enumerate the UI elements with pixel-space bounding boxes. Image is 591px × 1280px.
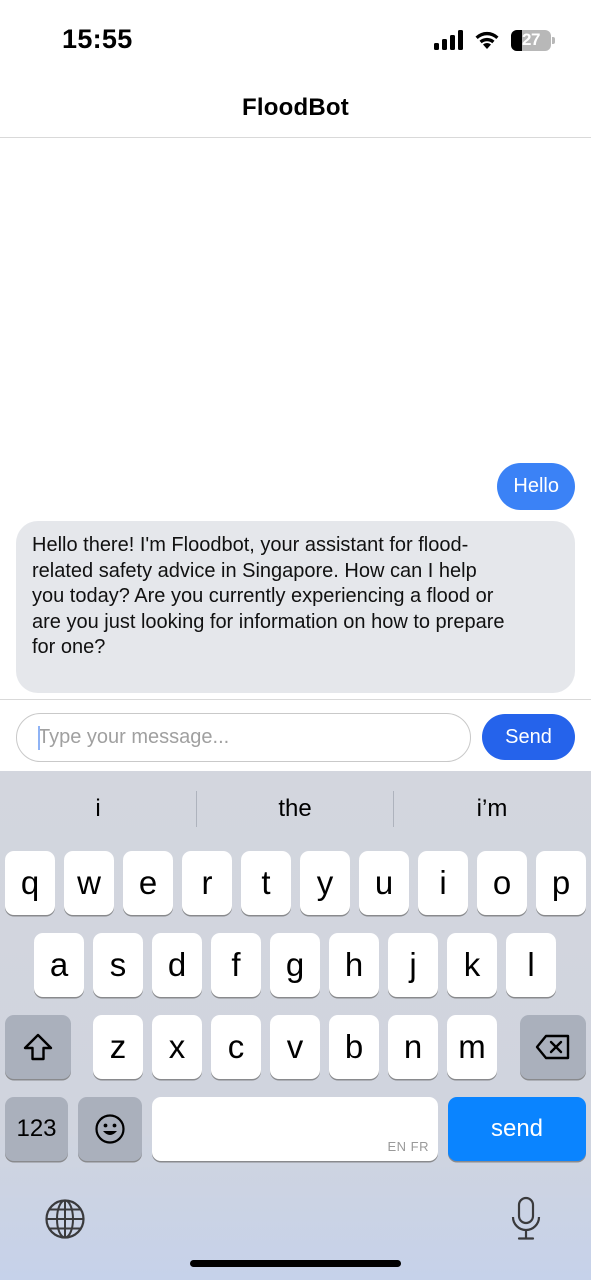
key-w[interactable]: w: [64, 851, 114, 915]
bot-message-line: you today? Are you currently experiencin…: [32, 585, 494, 607]
bot-message-line: related safety advice in Singapore. How …: [32, 559, 477, 582]
key-s[interactable]: s: [93, 933, 143, 997]
key-x[interactable]: x: [152, 1015, 202, 1079]
space-key[interactable]: EN FR: [152, 1097, 438, 1161]
key-m[interactable]: m: [447, 1015, 497, 1079]
key-a[interactable]: a: [34, 933, 84, 997]
key-n[interactable]: n: [388, 1015, 438, 1079]
key-g[interactable]: g: [270, 933, 320, 997]
app-header: FloodBot: [0, 78, 591, 138]
globe-icon[interactable]: [44, 1198, 86, 1240]
send-button[interactable]: Send: [482, 714, 575, 760]
bot-message-line: Hello there! I'm Floodbot, your assistan…: [32, 534, 469, 556]
bot-message-line: for one?: [32, 636, 106, 658]
message-input[interactable]: [16, 713, 471, 762]
key-q[interactable]: q: [5, 851, 55, 915]
key-i[interactable]: i: [418, 851, 468, 915]
key-d[interactable]: d: [152, 933, 202, 997]
key-r[interactable]: r: [182, 851, 232, 915]
shift-icon: [23, 1033, 53, 1061]
key-f[interactable]: f: [211, 933, 261, 997]
status-bar: 15:55 27: [0, 0, 591, 78]
key-t[interactable]: t: [241, 851, 291, 915]
key-y[interactable]: y: [300, 851, 350, 915]
predictive-text-bar: i the i’m: [0, 785, 591, 833]
bot-message-line: are you just looking for information on …: [32, 610, 505, 633]
bot-message-bubble: Hello there! I'm Floodbot, your assistan…: [16, 521, 575, 693]
key-p[interactable]: p: [536, 851, 586, 915]
page-title: FloodBot: [242, 93, 349, 121]
microphone-icon[interactable]: [510, 1196, 542, 1242]
suggestion-item[interactable]: i’m: [394, 785, 590, 833]
chat-area[interactable]: Hello Hello there! I'm Floodbot, your as…: [0, 139, 591, 699]
shift-key[interactable]: [5, 1015, 71, 1079]
numbers-key[interactable]: 123: [5, 1097, 68, 1161]
key-u[interactable]: u: [359, 851, 409, 915]
battery-fill: [511, 29, 522, 51]
key-b[interactable]: b: [329, 1015, 379, 1079]
battery-icon: 27: [511, 29, 555, 51]
key-c[interactable]: c: [211, 1015, 261, 1079]
language-hint: EN FR: [387, 1139, 429, 1154]
wifi-icon: [475, 31, 499, 49]
user-message-bubble: Hello: [497, 463, 575, 510]
key-z[interactable]: z: [93, 1015, 143, 1079]
onscreen-keyboard: i the i’m q w e r t y u i o p a s d f g …: [0, 771, 591, 1280]
keyboard-send-key[interactable]: send: [448, 1097, 586, 1161]
emoji-key[interactable]: [78, 1097, 142, 1161]
home-indicator: [190, 1260, 401, 1267]
key-h[interactable]: h: [329, 933, 379, 997]
cellular-signal-icon: [434, 30, 463, 50]
key-k[interactable]: k: [447, 933, 497, 997]
status-time: 15:55: [62, 24, 133, 54]
key-o[interactable]: o: [477, 851, 527, 915]
emoji-icon: [95, 1114, 125, 1144]
battery-percent: 27: [522, 30, 540, 49]
message-composer: Send: [0, 699, 591, 771]
suggestion-item[interactable]: the: [197, 785, 393, 833]
key-l[interactable]: l: [506, 933, 556, 997]
key-v[interactable]: v: [270, 1015, 320, 1079]
battery-cap: [552, 36, 555, 44]
status-icons: 27: [434, 27, 555, 53]
text-cursor: [38, 726, 40, 750]
delete-key[interactable]: [520, 1015, 586, 1079]
key-j[interactable]: j: [388, 933, 438, 997]
key-e[interactable]: e: [123, 851, 173, 915]
screen: 15:55 27 FloodBot Hello Hello there! I'm…: [0, 0, 591, 1280]
backspace-icon: [535, 1034, 570, 1060]
suggestion-item[interactable]: i: [0, 785, 196, 833]
